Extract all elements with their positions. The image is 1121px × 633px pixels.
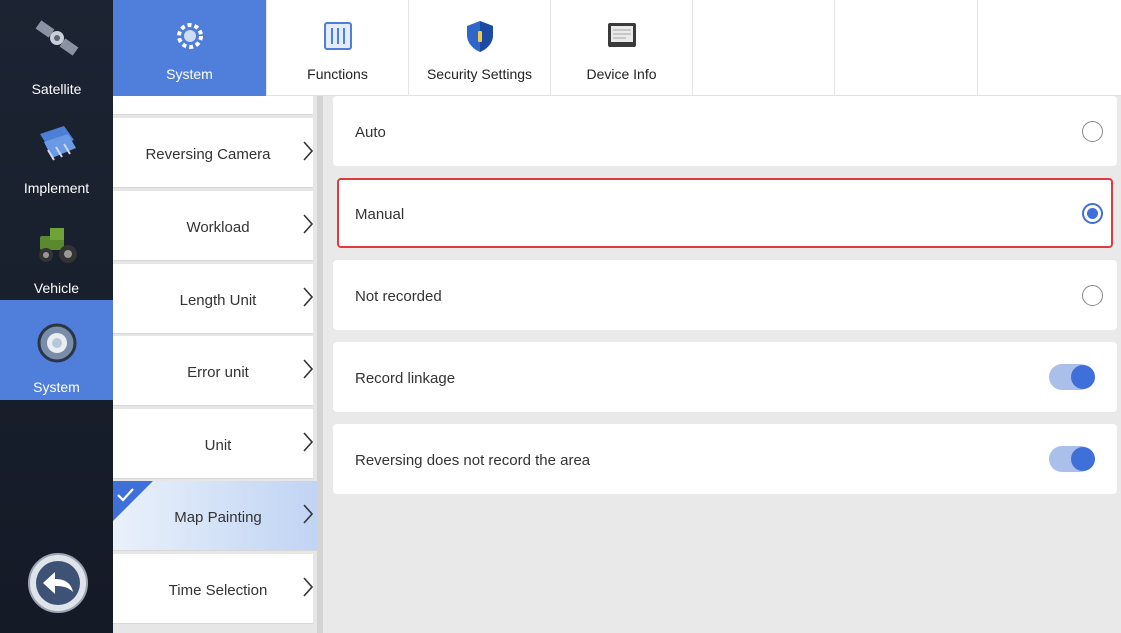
toggle-knob — [1071, 365, 1095, 389]
submenu-item-label: Workload — [186, 219, 250, 236]
submenu-item-unit[interactable]: Unit — [113, 409, 314, 479]
record-linkage-toggle[interactable] — [1049, 364, 1095, 390]
list-item — [113, 96, 313, 115]
option-row-auto[interactable]: Auto — [333, 96, 1117, 166]
option-label: Auto — [355, 124, 386, 141]
tab-label: Device Info — [586, 66, 657, 82]
nav-item-vehicle[interactable]: Vehicle — [0, 200, 113, 300]
nav-item-label: System — [33, 379, 80, 395]
chevron-right-icon — [303, 504, 314, 524]
tab-security-settings[interactable]: Security Settings — [409, 0, 551, 96]
top-tab-bar: System Functions Security Settings Devic… — [113, 0, 1121, 96]
nav-item-system[interactable]: System — [0, 300, 113, 400]
gear-icon — [37, 323, 77, 363]
tab-empty — [693, 0, 835, 96]
submenu-item-workload[interactable]: Workload — [113, 191, 314, 261]
option-row-manual[interactable]: Manual — [337, 178, 1113, 248]
submenu-item-time-selection[interactable]: Time Selection — [113, 554, 314, 624]
radio-manual[interactable] — [1082, 203, 1103, 224]
chevron-right-icon — [303, 141, 314, 161]
nav-item-label: Satellite — [31, 81, 82, 97]
tab-empty — [835, 0, 978, 96]
monitor-icon — [607, 23, 636, 47]
nav-item-satellite[interactable]: Satellite — [0, 0, 113, 100]
nav-item-label: Vehicle — [33, 280, 80, 296]
submenu-item-label: Reversing Camera — [145, 146, 271, 163]
submenu-item-reversing-camera[interactable]: Reversing Camera — [113, 118, 314, 188]
chevron-right-icon — [303, 432, 314, 452]
gear-icon — [176, 23, 203, 49]
back-arrow-icon[interactable] — [27, 552, 89, 614]
submenu-item-map-painting[interactable]: Map Painting — [113, 481, 323, 551]
settings-content: Auto Manual Not recorded Record linkage … — [323, 96, 1121, 633]
submenu-item-label: Length Unit — [179, 292, 257, 309]
chevron-right-icon — [303, 359, 314, 379]
tab-label: System — [166, 66, 213, 82]
radio-auto[interactable] — [1082, 121, 1103, 142]
chevron-right-icon — [303, 287, 314, 307]
submenu-item-label: Error unit — [187, 364, 249, 381]
option-label: Manual — [355, 206, 405, 223]
chevron-right-icon — [303, 214, 314, 234]
submenu-item-label: Unit — [204, 437, 232, 454]
submenu-item-label: Time Selection — [168, 582, 268, 599]
tab-functions[interactable]: Functions — [267, 0, 409, 96]
option-label: Not recorded — [355, 288, 442, 305]
nav-item-implement[interactable]: Implement — [0, 100, 113, 200]
tab-system[interactable]: System — [113, 0, 267, 96]
option-row-not-recorded[interactable]: Not recorded — [333, 260, 1117, 330]
chevron-right-icon — [303, 577, 314, 597]
reversing-no-record-toggle[interactable] — [1049, 446, 1095, 472]
nav-item-label: Implement — [23, 180, 90, 196]
sliders-icon — [323, 22, 352, 50]
shield-icon — [466, 21, 493, 52]
toggle-knob — [1071, 447, 1095, 471]
satellite-icon — [35, 20, 79, 56]
submenu-item-label: Map Painting — [174, 509, 262, 526]
tractor-icon — [39, 228, 77, 263]
tab-device-info[interactable]: Device Info — [551, 0, 693, 96]
implement-icon — [40, 126, 76, 161]
option-row-record-linkage[interactable]: Record linkage — [333, 342, 1117, 412]
option-label: Reversing does not record the area — [355, 452, 591, 469]
left-nav: Satellite Implement Vehicle System — [0, 0, 113, 633]
radio-not-recorded[interactable] — [1082, 285, 1103, 306]
tab-label: Functions — [307, 66, 368, 82]
option-row-reversing-no-record[interactable]: Reversing does not record the area — [333, 424, 1117, 494]
tab-label: Security Settings — [426, 66, 533, 82]
tab-empty — [978, 0, 1111, 96]
settings-submenu: Reversing Camera Workload Length Unit Er… — [113, 96, 323, 633]
option-label: Record linkage — [355, 370, 456, 387]
submenu-item-error-unit[interactable]: Error unit — [113, 336, 314, 406]
submenu-item-length-unit[interactable]: Length Unit — [113, 264, 314, 334]
